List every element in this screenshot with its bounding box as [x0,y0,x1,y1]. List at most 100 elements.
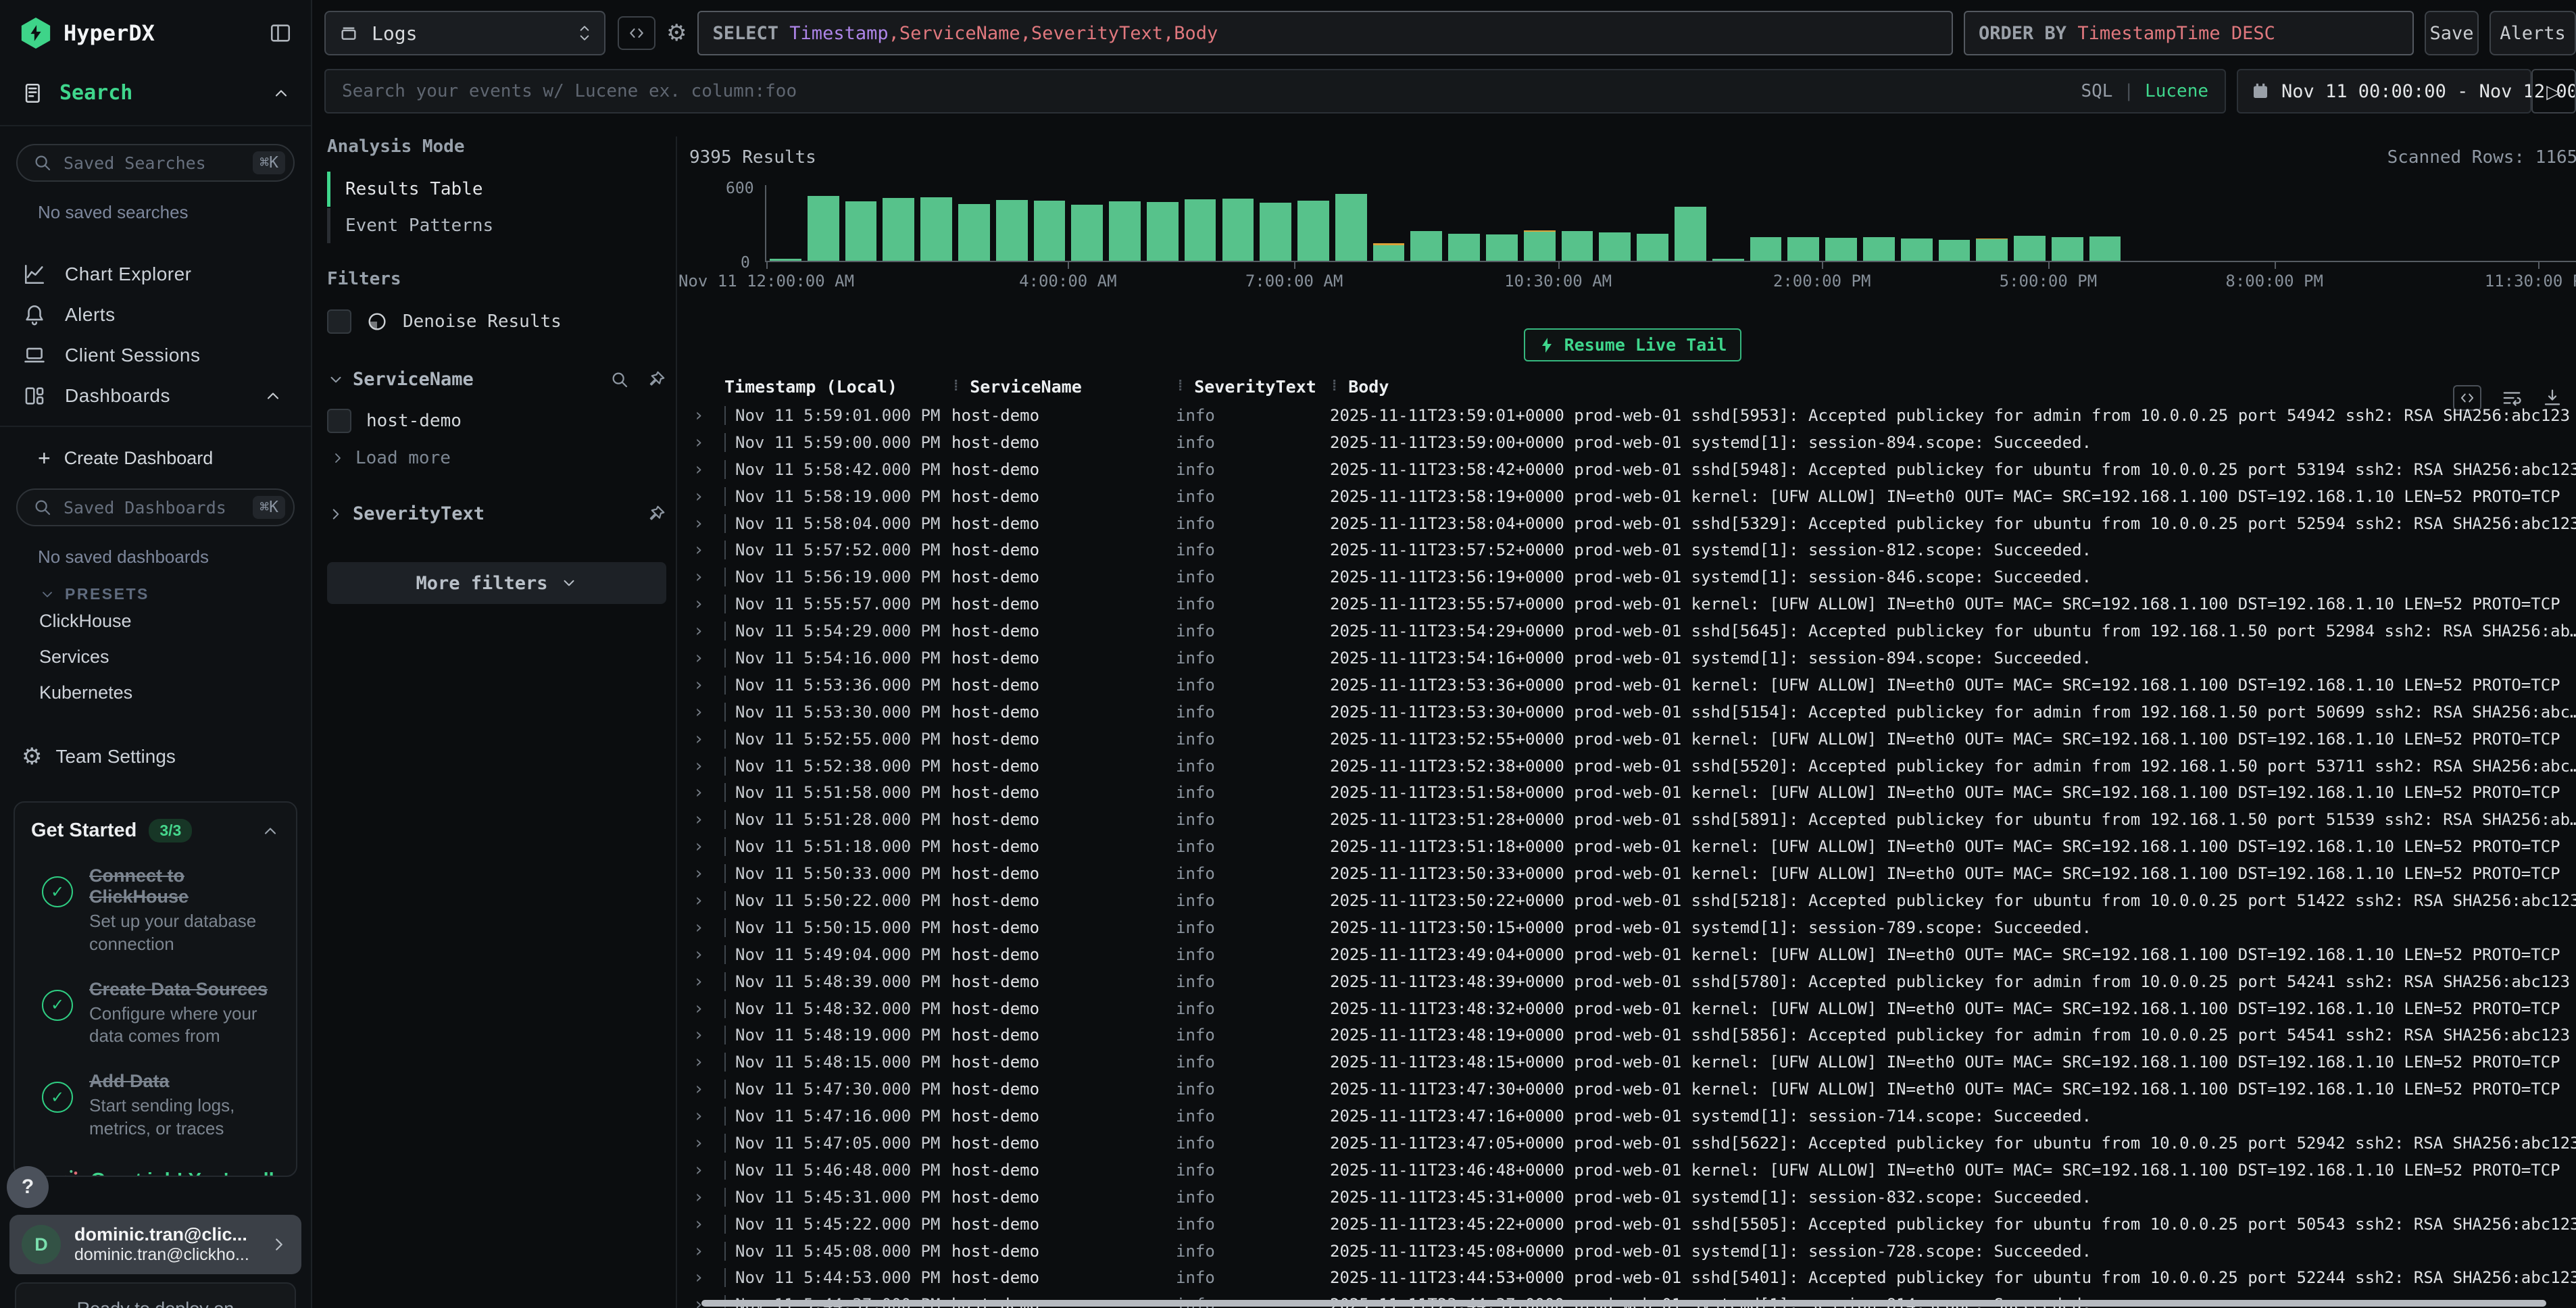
select-columns-input[interactable]: SELECT Timestamp,ServiceName,SeverityTex… [697,11,1953,55]
pin-icon[interactable] [646,504,666,524]
filter-item-host-demo[interactable]: host-demo [327,409,666,433]
expand-row-icon[interactable]: › [689,1214,724,1234]
table-row[interactable]: › Nov 11 5:58:42.000 PM host-demo info 2… [689,456,2576,483]
histogram-bar[interactable] [1410,231,1442,261]
table-row[interactable]: › Nov 11 5:57:52.000 PM host-demo info 2… [689,536,2576,563]
expand-row-icon[interactable]: › [689,917,724,938]
chevron-up-icon[interactable] [272,84,291,103]
column-resize-handle[interactable]: ⁞ [1330,378,1339,395]
table-row[interactable]: › Nov 11 5:45:31.000 PM host-demo info 2… [689,1184,2576,1211]
denoise-checkbox[interactable] [327,309,351,334]
table-row[interactable]: › Nov 11 5:50:15.000 PM host-demo info 2… [689,914,2576,941]
horizontal-scrollbar[interactable] [701,1300,2546,1307]
histogram-bar[interactable] [1222,199,1254,261]
histogram-bar[interactable] [2014,236,2046,261]
histogram-bar[interactable] [1109,201,1141,261]
table-row[interactable]: › Nov 11 5:51:58.000 PM host-demo info 2… [689,779,2576,806]
deploy-banner[interactable]: Ready to deploy on [15,1282,296,1308]
table-row[interactable]: › Nov 11 5:47:05.000 PM host-demo info 2… [689,1130,2576,1157]
expand-row-icon[interactable]: › [689,1133,724,1153]
pin-icon[interactable] [646,370,666,390]
expand-row-icon[interactable]: › [689,540,724,560]
histogram-bar[interactable] [1071,205,1103,261]
expand-row-icon[interactable]: › [689,1025,724,1045]
table-row[interactable]: › Nov 11 5:48:19.000 PM host-demo info 2… [689,1022,2576,1049]
table-row[interactable]: › Nov 11 5:50:33.000 PM host-demo info 2… [689,860,2576,887]
saved-searches-input[interactable]: Saved Searches ⌘K [16,144,295,182]
table-row[interactable]: › Nov 11 5:54:29.000 PM host-demo info 2… [689,618,2576,645]
column-header-timestamp[interactable]: Timestamp (Local) [724,377,951,397]
table-row[interactable]: › Nov 11 5:58:19.000 PM host-demo info 2… [689,483,2576,510]
histogram-bar[interactable] [1260,203,1291,261]
histogram-bar[interactable] [1787,237,1819,261]
table-row[interactable]: › Nov 11 5:52:38.000 PM host-demo info 2… [689,753,2576,780]
save-button[interactable]: Save [2425,11,2479,55]
expand-row-icon[interactable]: › [689,648,724,668]
table-row[interactable]: › Nov 11 5:58:04.000 PM host-demo info 2… [689,510,2576,537]
expand-row-icon[interactable]: › [689,513,724,534]
column-header-servicename[interactable]: ⁞ServiceName [951,377,1176,397]
column-header-body[interactable]: ⁞Body [1330,377,2576,397]
histogram-bar[interactable] [1448,234,1480,261]
table-row[interactable]: › Nov 11 5:56:19.000 PM host-demo info 2… [689,563,2576,590]
filter-group-servicename[interactable]: ServiceName [327,369,666,390]
table-row[interactable]: › Nov 11 5:52:55.000 PM host-demo info 2… [689,726,2576,753]
table-row[interactable]: › Nov 11 5:48:15.000 PM host-demo info 2… [689,1049,2576,1076]
histogram-bar[interactable] [1939,240,1971,261]
expand-row-icon[interactable]: › [689,836,724,857]
mode-event-patterns[interactable]: Event Patterns [327,208,666,243]
create-dashboard-button[interactable]: + Create Dashboard [0,427,311,471]
presets-toggle[interactable]: PRESETS [0,568,311,603]
histogram-bar[interactable] [883,198,914,261]
expand-row-icon[interactable]: › [689,702,724,722]
chart-plot-area[interactable]: Nov 11 12:00:00 AM4:00:00 AM7:00:00 AM10… [765,185,2576,262]
table-row[interactable]: › Nov 11 5:49:04.000 PM host-demo info 2… [689,941,2576,968]
load-more-button[interactable]: Load more [327,448,666,468]
expand-row-icon[interactable]: › [689,945,724,965]
histogram-bar[interactable] [1486,234,1518,261]
histogram-bar[interactable] [1034,201,1066,261]
sidebar-item-preset-kubernetes[interactable]: Kubernetes [0,675,311,711]
expand-row-icon[interactable]: › [689,809,724,830]
expand-row-icon[interactable]: › [689,1187,724,1207]
sql-mode-toggle[interactable]: SQL [2081,81,2112,101]
histogram-bar[interactable] [1373,243,1405,261]
table-row[interactable]: › Nov 11 5:47:16.000 PM host-demo info 2… [689,1103,2576,1130]
histogram-bar[interactable] [808,196,839,261]
table-row[interactable]: › Nov 11 5:50:22.000 PM host-demo info 2… [689,887,2576,914]
expand-row-icon[interactable]: › [689,729,724,749]
expand-row-icon[interactable]: › [689,1052,724,1072]
histogram-bar[interactable] [1524,230,1556,261]
histogram-bar[interactable] [2089,236,2121,261]
table-row[interactable]: › Nov 11 5:53:30.000 PM host-demo info 2… [689,699,2576,726]
expand-row-icon[interactable]: › [689,1241,724,1261]
expand-row-icon[interactable]: › [689,405,724,426]
histogram-bar[interactable] [1297,201,1329,261]
chevron-up-icon[interactable] [264,386,291,405]
resume-live-tail-button[interactable]: Resume Live Tail [1524,328,1742,361]
order-by-input[interactable]: ORDER BY TimestampTime DESC [1964,11,2414,55]
expand-row-icon[interactable]: › [689,675,724,695]
table-row[interactable]: › Nov 11 5:54:16.000 PM host-demo info 2… [689,645,2576,672]
checklist-item-data-sources[interactable]: ✓ Create Data Sources Configure where yo… [31,979,280,1049]
date-range-picker[interactable]: Nov 11 00:00:00 - Nov 12 00:00:00 [2237,69,2531,114]
expand-row-icon[interactable]: › [689,432,724,453]
histogram-bar[interactable] [1976,238,2008,261]
table-row[interactable]: › Nov 11 5:47:30.000 PM host-demo info 2… [689,1076,2576,1103]
table-row[interactable]: › Nov 11 5:53:36.000 PM host-demo info 2… [689,672,2576,699]
histogram-bar[interactable] [1750,237,1782,261]
column-resize-handle[interactable]: ⁞ [951,378,960,395]
expand-row-icon[interactable]: › [689,890,724,911]
more-filters-button[interactable]: More filters [327,562,666,604]
histogram-bar[interactable] [1599,232,1631,261]
column-resize-handle[interactable]: ⁞ [1176,378,1185,395]
histogram-bar[interactable] [845,201,877,261]
expand-row-icon[interactable]: › [689,1267,724,1288]
saved-dashboards-input[interactable]: Saved Dashboards ⌘K [16,488,295,526]
column-header-severitytext[interactable]: ⁞SeverityText [1176,377,1330,397]
edit-sql-button[interactable] [618,16,655,50]
table-row[interactable]: › Nov 11 5:51:18.000 PM host-demo info 2… [689,833,2576,860]
histogram-bar[interactable] [1825,238,1857,261]
denoise-results-toggle[interactable]: Denoise Results [327,309,666,334]
table-row[interactable]: › Nov 11 5:46:48.000 PM host-demo info 2… [689,1157,2576,1184]
